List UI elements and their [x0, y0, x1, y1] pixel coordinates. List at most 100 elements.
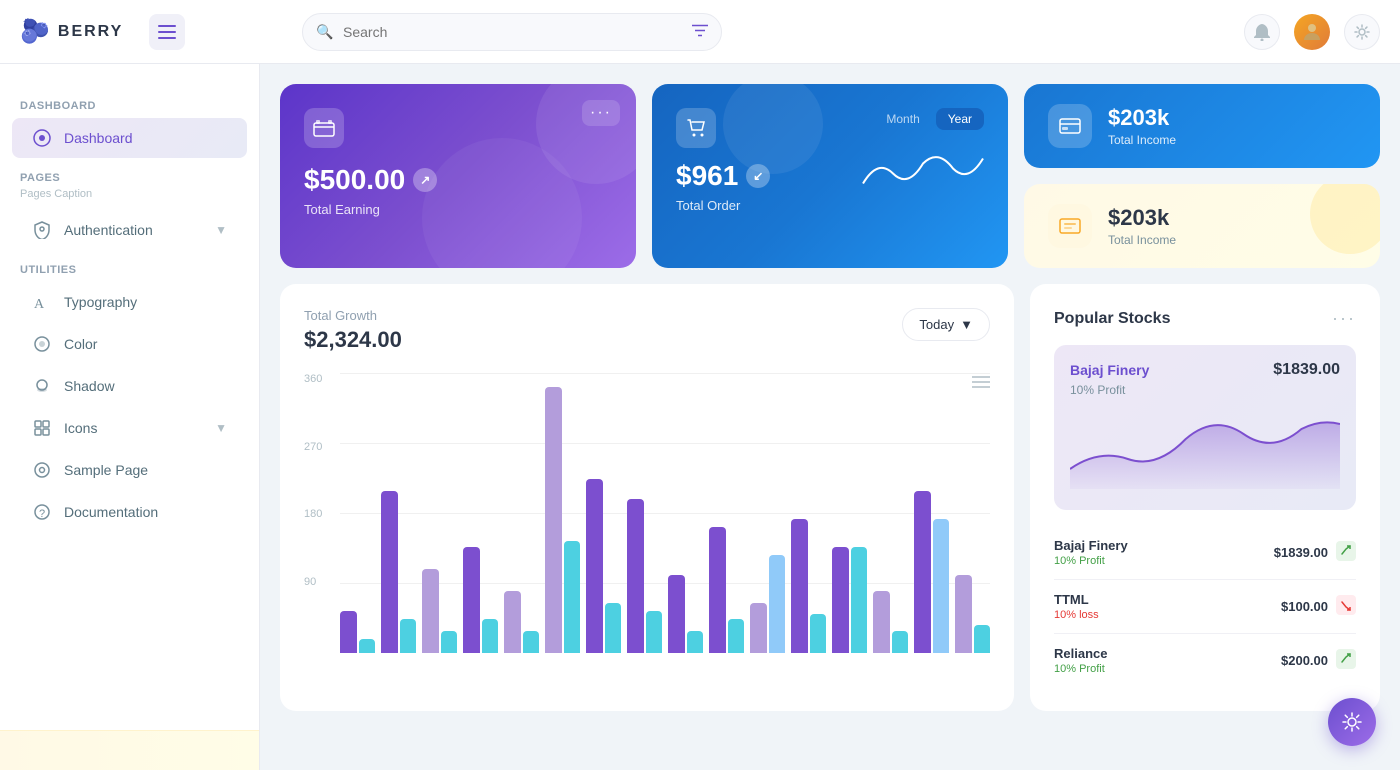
- stocks-title: Popular Stocks: [1054, 310, 1170, 328]
- sidebar-item-typography[interactable]: A Typography: [12, 282, 247, 322]
- featured-stock-name: Bajaj Finery: [1070, 362, 1149, 378]
- sidebar-item-icons-label: Icons: [64, 420, 97, 436]
- sidebar-item-typography-label: Typography: [64, 294, 137, 310]
- stock-row-ttml: TTML 10% loss $100.00: [1054, 580, 1356, 634]
- income-yellow-label: Total Income: [1108, 233, 1176, 247]
- order-down-icon: ↙: [746, 164, 770, 188]
- income-yellow-card: $203k Total Income: [1024, 184, 1380, 268]
- sidebar-item-dashboard[interactable]: Dashboard: [12, 118, 247, 158]
- bar-group-15: [914, 373, 949, 653]
- sidebar: Dashboard Dashboard Pages Pages Caption …: [0, 64, 260, 770]
- stock-row-bajaj: Bajaj Finery 10% Profit $1839.00: [1054, 526, 1356, 580]
- sidebar-item-dashboard-label: Dashboard: [64, 130, 133, 146]
- bar-group-8: [627, 373, 662, 653]
- topbar-right: [1244, 14, 1380, 50]
- income-yellow-info: $203k Total Income: [1108, 205, 1176, 247]
- bar-group-12: [791, 373, 826, 653]
- documentation-icon: ?: [32, 502, 52, 522]
- year-toggle-button[interactable]: Year: [936, 108, 984, 130]
- svg-text:?: ?: [39, 508, 45, 520]
- featured-stock-profit: 10% Profit: [1070, 383, 1340, 397]
- ttml-profit: 10% loss: [1054, 609, 1099, 621]
- income-blue-label: Total Income: [1108, 133, 1176, 147]
- sidebar-item-color-label: Color: [64, 336, 97, 352]
- sidebar-section-utilities: Utilities: [0, 252, 259, 280]
- bar-group-7: [586, 373, 621, 653]
- earning-card-icon: [304, 108, 344, 148]
- featured-stock-top: Bajaj Finery $1839.00: [1070, 361, 1340, 379]
- income-blue-info: $203k Total Income: [1108, 105, 1176, 147]
- stock-rows: Bajaj Finery 10% Profit $1839.00 TTML 10…: [1054, 526, 1356, 687]
- order-card-icon: [676, 108, 716, 148]
- cards-row: ··· $500.00 ↗ Total Earning Month Year: [280, 84, 1380, 268]
- notification-button[interactable]: [1244, 14, 1280, 50]
- dashboard-icon: [32, 128, 52, 148]
- today-button[interactable]: Today ▼: [902, 308, 990, 341]
- main-area: ··· $500.00 ↗ Total Earning Month Year: [260, 64, 1400, 770]
- settings-button[interactable]: [1344, 14, 1380, 50]
- hamburger-button[interactable]: [149, 14, 185, 50]
- sidebar-item-shadow-label: Shadow: [64, 378, 115, 394]
- sidebar-item-sample-page-label: Sample Page: [64, 462, 148, 478]
- search-input[interactable]: [302, 13, 722, 51]
- right-stats: $203k Total Income $203k Total Income: [1024, 84, 1380, 268]
- income-yellow-value: $203k: [1108, 205, 1176, 231]
- chevron-down-icon: ▼: [215, 223, 227, 237]
- bar-group-4: [463, 373, 498, 653]
- order-card-top: Month Year: [676, 108, 984, 148]
- authentication-icon: [32, 220, 52, 240]
- income-blue-value: $203k: [1108, 105, 1176, 131]
- stocks-header: Popular Stocks ···: [1054, 308, 1356, 329]
- fab-button[interactable]: [1328, 698, 1376, 746]
- sidebar-section-pages: Pages: [0, 160, 259, 188]
- earning-card-menu[interactable]: ···: [582, 100, 620, 126]
- bar-group-6: [545, 373, 580, 653]
- filter-icon[interactable]: [692, 23, 708, 40]
- order-card: Month Year $961 ↙ Total Order: [652, 84, 1008, 268]
- sidebar-section-dashboard: Dashboard: [0, 88, 259, 116]
- app-name: BERRY: [58, 23, 123, 41]
- chart-title: Total Growth: [304, 308, 402, 323]
- month-year-toggle: Month Year: [874, 108, 984, 130]
- bar-group-11: [750, 373, 785, 653]
- income-blue-card: $203k Total Income: [1024, 84, 1380, 168]
- svg-text:A: A: [34, 297, 45, 311]
- income-blue-icon: [1048, 104, 1092, 148]
- avatar[interactable]: [1294, 14, 1330, 50]
- earning-up-icon: ↗: [413, 168, 437, 192]
- month-toggle-button[interactable]: Month: [874, 108, 931, 130]
- shadow-icon: [32, 376, 52, 396]
- sidebar-item-authentication-label: Authentication: [64, 222, 153, 238]
- sidebar-item-icons[interactable]: Icons ▼: [12, 408, 247, 448]
- sidebar-item-documentation-label: Documentation: [64, 504, 158, 520]
- chart-header: Total Growth $2,324.00 Today ▼: [304, 308, 990, 353]
- reliance-trend-icon: [1336, 649, 1356, 672]
- chart-area: 360 270 180 90: [304, 373, 990, 653]
- bar-group-3: [422, 373, 457, 653]
- typography-icon: A: [32, 292, 52, 312]
- bar-group-16: [955, 373, 990, 653]
- income-yellow-icon: [1048, 204, 1092, 248]
- sidebar-item-shadow[interactable]: Shadow: [12, 366, 247, 406]
- bar-group-2: [381, 373, 416, 653]
- stocks-menu-icon[interactable]: ···: [1332, 308, 1356, 329]
- bar-group-5: [504, 373, 539, 653]
- featured-stock-value: $1839.00: [1273, 361, 1340, 379]
- stock-row-reliance: Reliance 10% Profit $200.00: [1054, 634, 1356, 687]
- sidebar-item-authentication[interactable]: Authentication ▼: [12, 210, 247, 250]
- growth-chart-card: Total Growth $2,324.00 Today ▼ 360 270 1…: [280, 284, 1014, 711]
- sidebar-item-sample-page[interactable]: Sample Page: [12, 450, 247, 490]
- earning-label: Total Earning: [304, 202, 612, 217]
- sidebar-item-documentation[interactable]: ? Documentation: [12, 492, 247, 532]
- color-icon: [32, 334, 52, 354]
- featured-stock: Bajaj Finery $1839.00 10% Profit: [1054, 345, 1356, 510]
- icons-chevron-icon: ▼: [215, 421, 227, 435]
- icons-icon: [32, 418, 52, 438]
- bajaj-profit: 10% Profit: [1054, 555, 1128, 567]
- search-bar: 🔍: [302, 13, 722, 51]
- logo-icon: 🫐: [20, 17, 50, 46]
- chart-amount: $2,324.00: [304, 327, 402, 353]
- stocks-card: Popular Stocks ··· Bajaj Finery $1839.00…: [1030, 284, 1380, 711]
- sidebar-item-color[interactable]: Color: [12, 324, 247, 364]
- bar-group-1: [340, 373, 375, 653]
